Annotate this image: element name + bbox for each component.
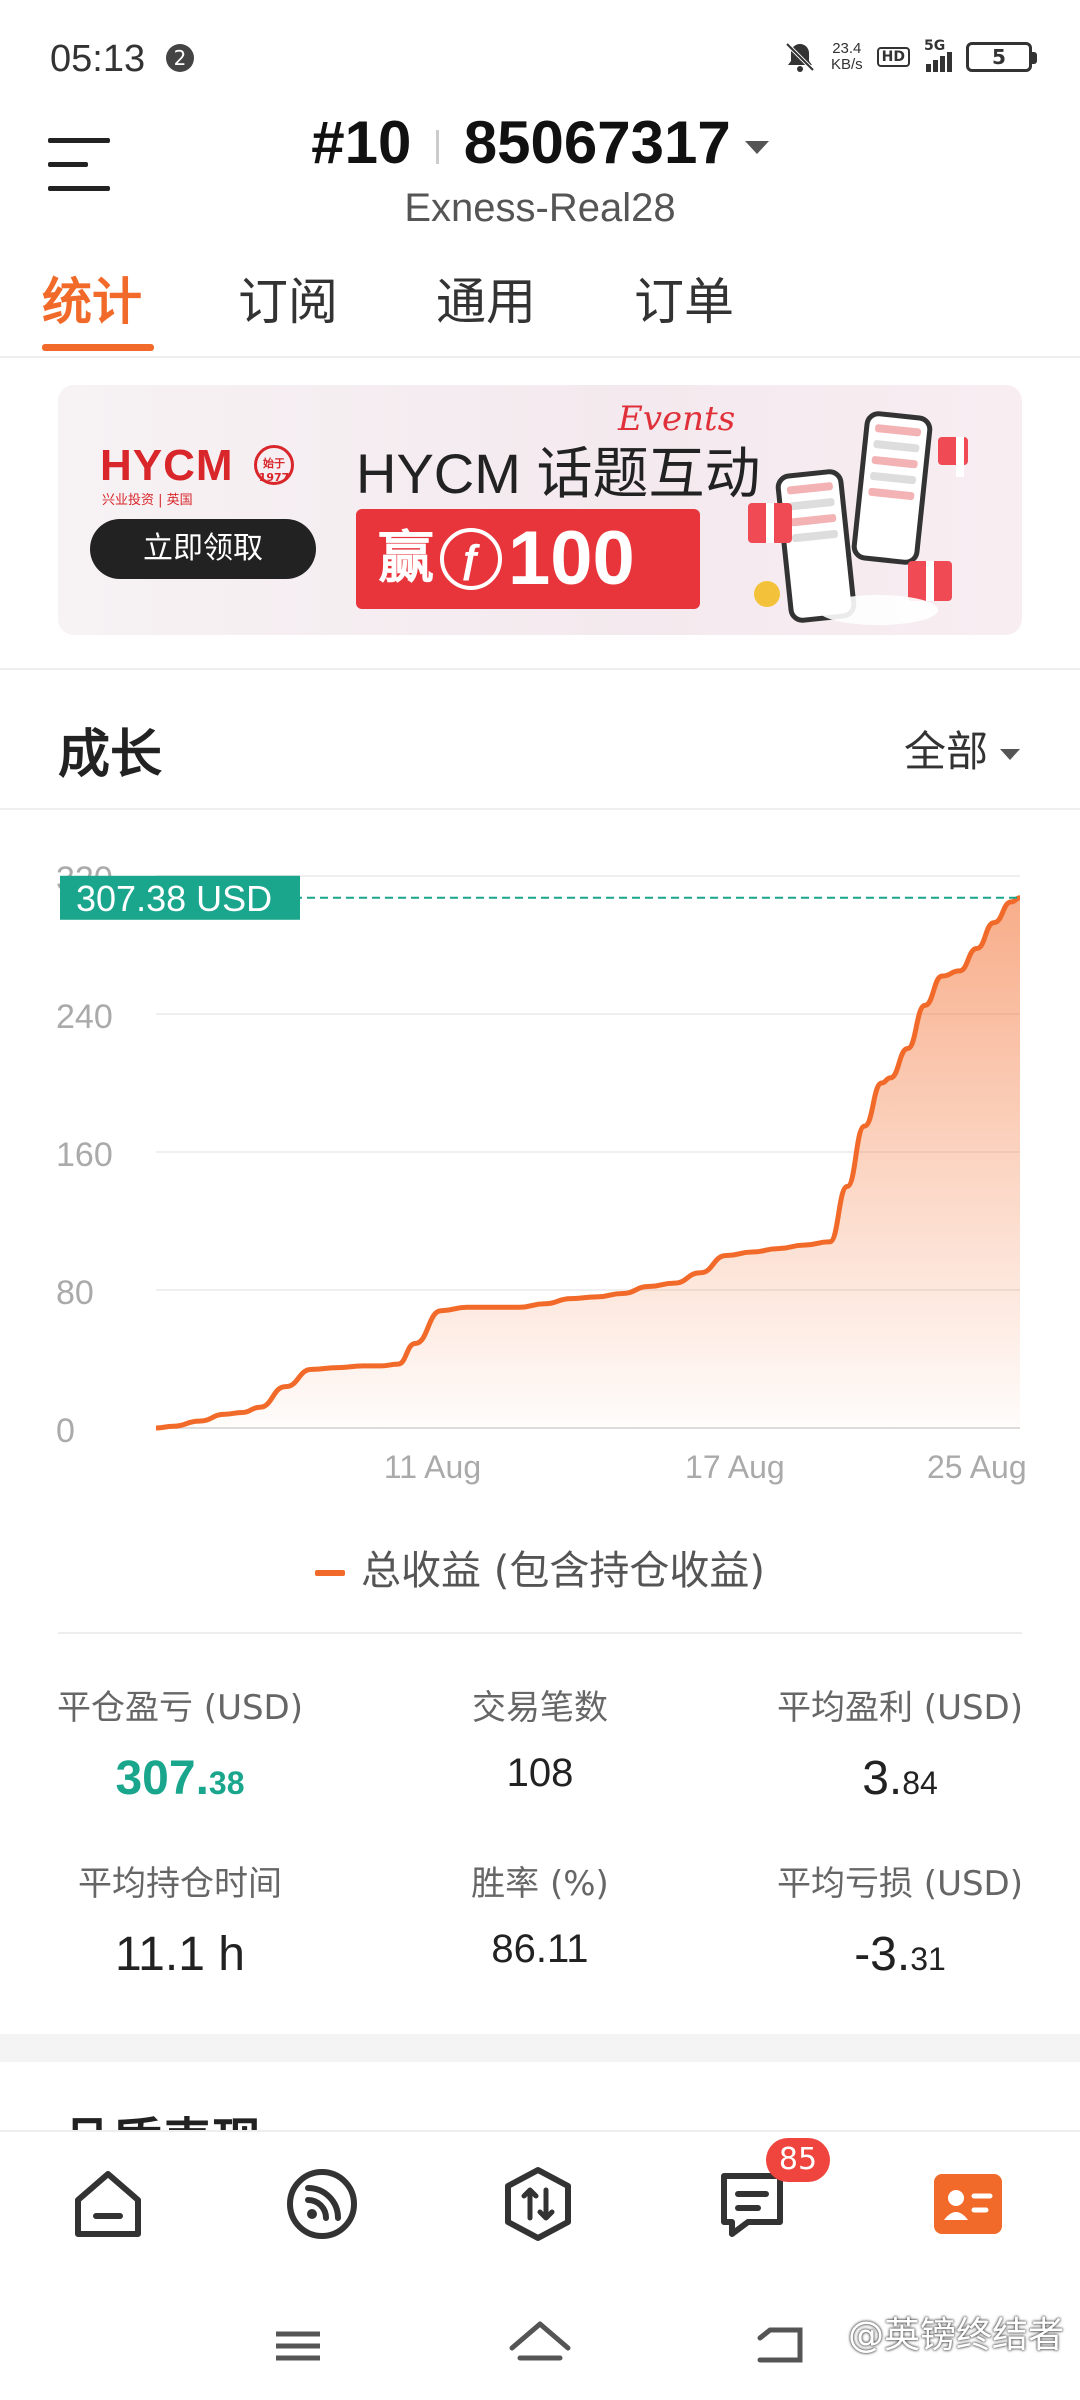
recent-apps-button[interactable] [276,2331,320,2361]
section-gap [0,2034,1080,2062]
x-tick-label: 17 Aug [685,1449,785,1485]
status-icons: 23.4 KB/s HD 5G 5 [783,38,1037,74]
server-name: Exness-Real28 [404,186,676,230]
tab-orders[interactable]: 订单 [634,262,734,334]
tab-statistics[interactable]: 统计 [42,262,142,334]
coin-icon: ƒ [440,527,502,590]
growth-title: 成长 [58,725,163,785]
chevron-down-icon [1000,749,1020,760]
profile-icon[interactable] [928,2164,1008,2244]
coin-decoration-icon [754,581,780,607]
watermark: @英镑终结者 [847,2315,1064,2356]
chevron-down-icon [744,140,769,154]
area-fill [156,897,1020,1428]
home-icon[interactable] [68,2164,148,2244]
stat-win-rate: 胜率 (%) 86.11 [471,1864,609,1971]
gift-icon [748,503,792,543]
active-tab-indicator [42,344,154,351]
account-selector[interactable]: #10 85067317 [0,108,1080,177]
y-tick-label: 80 [56,1274,94,1312]
divider [58,1632,1022,1634]
chart-legend: 总收益 (包含持仓收益) [0,1538,1080,1596]
banner-title: HYCM 话题互动 [356,442,761,505]
legend-label: 总收益 (包含持仓收益) [361,1548,765,1594]
stat-closed-pnl: 平仓盈亏 (USD) 307.38 [57,1688,303,1805]
stat-average-profit: 平均盈利 (USD) 3.84 [777,1688,1023,1805]
signal-icon: 5G [924,38,952,72]
trade-icon[interactable] [498,2164,578,2244]
claim-now-button[interactable]: 立即领取 [90,519,316,579]
tab-general[interactable]: 通用 [436,262,536,334]
since-seal: 始于 1977 [254,445,294,485]
x-tick-label: 11 Aug [384,1449,481,1485]
tab-bar: 统计 订阅 通用 订单 [0,262,1080,358]
divider [0,808,1080,810]
reward-amount: 100 [508,516,635,601]
hycm-subtitle: 兴业投资 | 英国 [102,493,193,508]
mute-bell-icon [785,42,815,72]
stat-average-loss: 平均亏损 (USD) -3.31 [777,1864,1023,1981]
growth-chart[interactable]: 080160240320 307.38 USD 11 Aug17 Aug25 A… [0,840,1080,1530]
podium-illustration [818,595,938,625]
divider [0,668,1080,670]
banner-script-text: Events [618,399,736,439]
stat-average-holding-time: 平均持仓时间 11.1 h [78,1864,282,1981]
account-prefix: #10 [311,109,412,176]
range-filter-dropdown[interactable]: 全部 [904,718,1020,779]
win-label: 赢 [378,525,434,589]
y-tick-label: 160 [56,1136,113,1174]
network-speed: 23.4 KB/s [830,40,863,73]
quality-section-title: 品质表现 [62,2102,262,2132]
hycm-logo: HYCM [100,441,234,490]
battery-icon: 5 [966,42,1037,72]
y-tick-label: 0 [56,1412,75,1450]
phone-illustration [850,409,934,567]
y-tick-label: 240 [56,998,113,1036]
current-value-label: 307.38 USD [76,878,272,919]
gift-icon [908,561,952,601]
tab-subscribe[interactable]: 订阅 [238,262,338,334]
legend-swatch [315,1570,346,1576]
bottom-nav [0,2130,1080,2282]
system-back-button[interactable] [757,2327,803,2363]
messages-unread-badge: 85 [766,2138,830,2182]
system-home-button[interactable] [509,2321,571,2361]
stat-trade-count: 交易笔数 108 [472,1688,608,1795]
hd-icon: HD [876,47,910,67]
gift-icon [938,437,968,477]
x-tick-label: 25 Aug [927,1449,1027,1485]
status-time: 05:13 [50,38,146,80]
notification-count-badge: 2 [166,44,194,72]
promo-banner[interactable]: HYCM 兴业投资 | 英国 始于 1977 立即领取 HYCM 话题互动 Ev… [58,385,1022,635]
feed-icon[interactable] [282,2164,362,2244]
account-number: 85067317 [463,109,731,176]
reward-box: 赢 ƒ 100 [356,509,700,609]
